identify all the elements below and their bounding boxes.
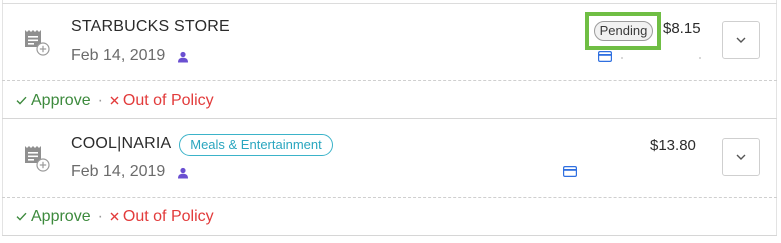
approve-action[interactable]: Approve [16,92,91,110]
approval-actions: Approve · Out of Policy [16,92,214,110]
faint-mark [621,57,623,59]
out-of-policy-action[interactable]: Out of Policy [110,208,214,226]
expense-list: STARBUCKS STORE Feb 14, 2019 Pending $8.… [0,0,781,243]
person-icon [178,167,188,179]
out-of-policy-action[interactable]: Out of Policy [110,92,214,110]
x-icon [110,96,119,105]
person-icon [178,51,188,63]
list-top-divider [2,3,777,4]
merchant-name: STARBUCKS STORE [71,18,230,35]
expand-dropdown-button[interactable] [722,21,760,59]
expand-dropdown-button[interactable] [722,138,760,176]
receipt-add-icon [25,146,50,172]
row-separator [2,235,777,236]
approve-label: Approve [31,208,91,225]
row-divider [2,80,777,81]
expense-date: Feb 14, 2019 [71,163,166,180]
approve-label: Approve [31,92,91,109]
out-of-policy-label: Out of Policy [122,208,214,225]
action-separator: · [97,208,103,225]
chevron-down-icon [736,154,746,160]
action-separator: · [97,92,103,109]
merchant-name: COOL|NARIA [71,135,172,152]
category-badge: Meals & Entertainment [179,134,333,156]
row-separator [2,118,777,119]
approve-action[interactable]: Approve [16,208,91,226]
expense-amount: $8.15 [663,20,701,37]
expense-date: Feb 14, 2019 [71,47,166,64]
check-icon [16,212,27,221]
chevron-down-icon [736,37,746,43]
check-icon [16,96,27,105]
out-of-policy-label: Out of Policy [122,92,214,109]
faint-mark [699,57,701,59]
status-highlight-box [585,12,661,50]
x-icon [110,212,119,221]
row-divider [2,197,777,198]
expense-amount: $13.80 [650,137,696,154]
credit-card-icon [598,51,612,62]
credit-card-icon [563,166,577,177]
approval-actions: Approve · Out of Policy [16,208,214,226]
receipt-add-icon [25,30,50,56]
